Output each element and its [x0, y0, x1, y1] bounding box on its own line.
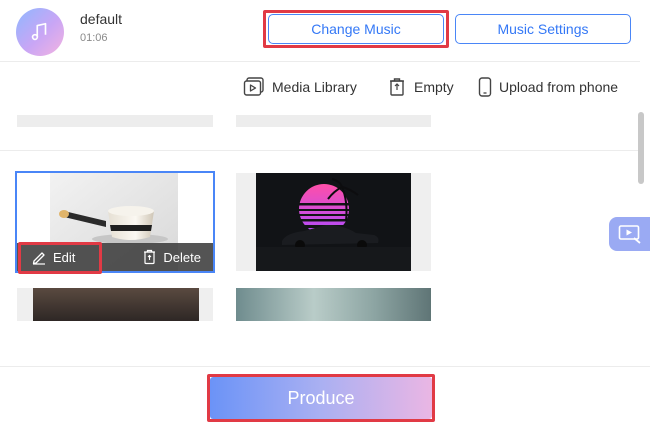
phone-icon	[478, 77, 492, 97]
edit-label: Edit	[53, 249, 76, 265]
music-title: default	[80, 11, 123, 27]
footer-divider	[0, 366, 650, 367]
media-row-placeholder	[17, 115, 213, 127]
trash-icon	[390, 78, 404, 96]
delete-button[interactable]: Delete	[142, 249, 201, 265]
music-cover[interactable]	[16, 8, 64, 56]
music-settings-button[interactable]: Music Settings	[455, 14, 631, 44]
media-thumbnail-dark	[33, 288, 199, 321]
media-library-icon	[243, 77, 264, 96]
content-divider	[0, 150, 640, 151]
music-duration: 01:06	[80, 32, 108, 44]
trash-icon	[144, 249, 156, 265]
produce-button[interactable]: Produce	[210, 377, 432, 419]
media-item[interactable]: Edit Delete	[15, 171, 215, 273]
music-media-panel: default 01:06 Change Music Music Setting…	[0, 0, 650, 430]
media-item[interactable]	[17, 288, 213, 321]
media-library-label: Media Library	[272, 79, 357, 95]
media-item-actions: Edit Delete	[17, 243, 213, 271]
pencil-icon	[32, 252, 45, 265]
media-thumbnail-window	[236, 288, 431, 321]
edit-button[interactable]: Edit	[31, 249, 75, 265]
music-note-icon	[31, 22, 47, 41]
delete-label: Delete	[163, 249, 201, 265]
empty-button[interactable]: Empty	[387, 76, 454, 98]
media-library-button[interactable]: Media Library	[243, 76, 357, 98]
preview-toggle-button[interactable]	[609, 217, 650, 251]
change-music-button[interactable]: Change Music	[268, 14, 444, 44]
media-row-placeholder	[236, 115, 431, 127]
header-divider	[0, 61, 640, 62]
upload-from-phone-button[interactable]: Upload from phone	[478, 76, 618, 98]
upload-from-phone-label: Upload from phone	[499, 79, 619, 95]
media-item[interactable]	[236, 288, 431, 321]
media-thumbnail-car	[256, 173, 411, 271]
video-preview-icon	[618, 225, 641, 244]
media-item[interactable]	[236, 173, 431, 271]
vertical-scrollbar[interactable]	[638, 112, 644, 184]
empty-label: Empty	[414, 79, 454, 95]
